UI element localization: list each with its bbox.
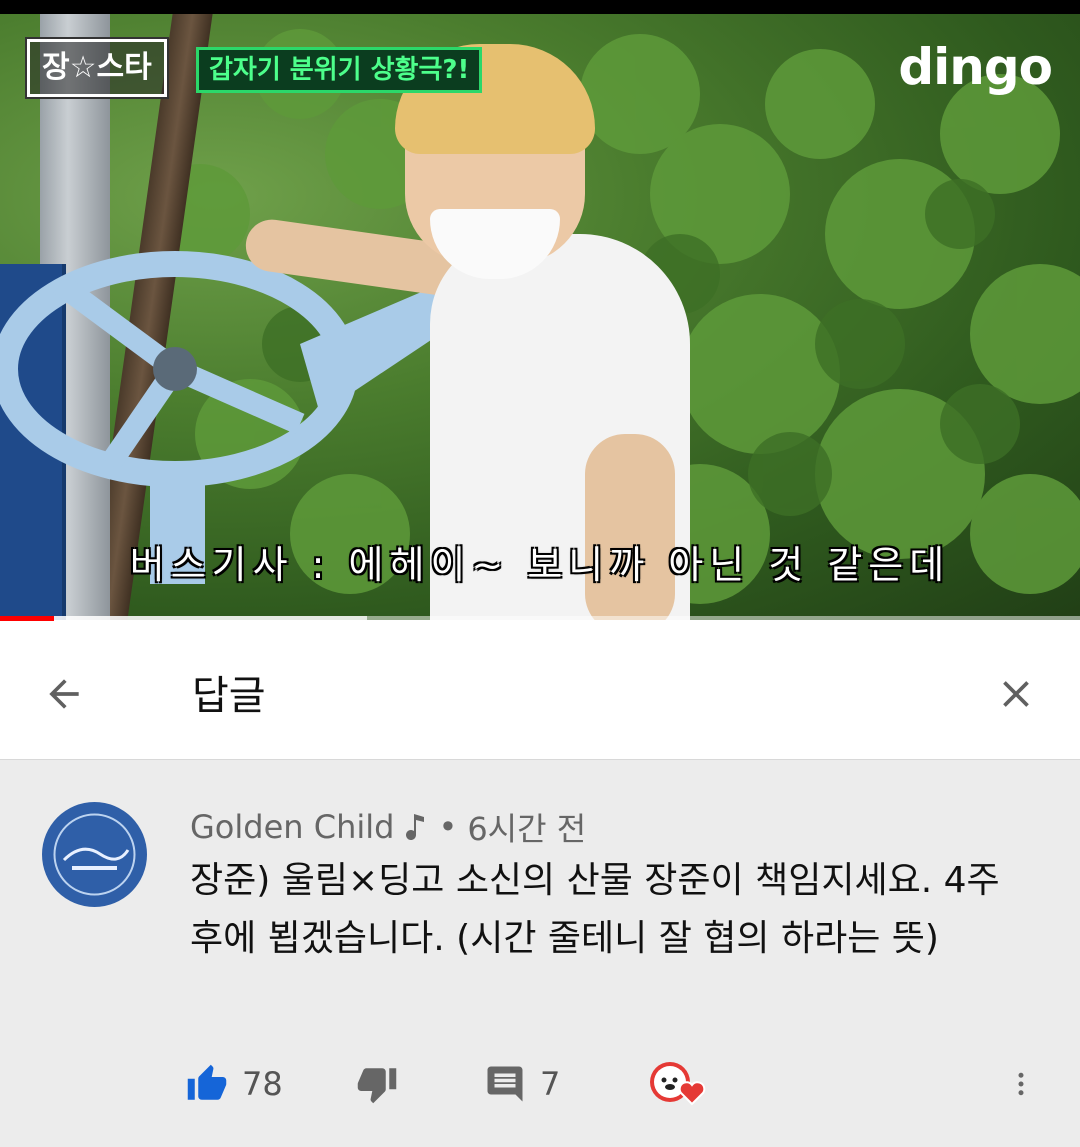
channel-logo: dingo <box>898 38 1053 96</box>
meta-separator: • <box>438 808 458 846</box>
music-note-icon <box>406 814 425 840</box>
comment-text: 장준) 울림×딩고 소신의 산물 장준이 책임지세요. 4주 후에 뵙겠습니다.… <box>190 860 1000 959</box>
replies-title: 답글 <box>192 673 266 719</box>
channel-avatar-emblem <box>53 813 136 896</box>
more-vert-icon <box>1018 1072 1024 1096</box>
avatar[interactable] <box>42 802 147 907</box>
comment-icon <box>487 1066 523 1102</box>
close-icon <box>1003 681 1029 707</box>
creator-heart-icon <box>650 1062 706 1106</box>
highlighted-comment: Golden Child • 6시간 전 장준) 울림×딩고 소신의 산물 장준… <box>0 760 1080 1147</box>
comment-actions: 78 7 <box>186 1060 1066 1108</box>
replies-header: 답글 <box>0 621 1080 760</box>
comment-author[interactable]: Golden Child <box>190 808 394 846</box>
thumbs-down-icon <box>357 1068 397 1104</box>
show-title-badge: 장☆스타 <box>25 37 169 99</box>
like-count: 78 <box>242 1065 283 1103</box>
episode-caption-badge: 갑자기 분위기 상황극?! <box>196 47 483 93</box>
video-player[interactable]: 장☆스타 갑자기 분위기 상황극?! dingo 버스기사 : 에헤이~ 보니까… <box>0 14 1080 620</box>
creator-heart <box>648 1060 708 1108</box>
dislike-button[interactable] <box>356 1060 398 1108</box>
video-subtitle: 버스기사 : 에헤이~ 보니까 아닌 것 같은데 <box>129 543 951 587</box>
thumbs-up-icon <box>187 1064 227 1100</box>
comment-meta: Golden Child • 6시간 전 <box>190 804 586 850</box>
arrow-left-icon <box>49 679 79 709</box>
like-button[interactable]: 78 <box>186 1060 283 1108</box>
back-button[interactable] <box>36 666 92 722</box>
reply-count: 7 <box>540 1065 561 1103</box>
close-button[interactable] <box>988 666 1044 722</box>
more-options-button[interactable] <box>1006 1060 1036 1108</box>
status-bar-strip <box>0 0 1080 14</box>
comment-time: 6시간 전 <box>467 810 587 848</box>
reply-button[interactable]: 7 <box>484 1060 560 1108</box>
person-arm-right <box>585 434 675 620</box>
